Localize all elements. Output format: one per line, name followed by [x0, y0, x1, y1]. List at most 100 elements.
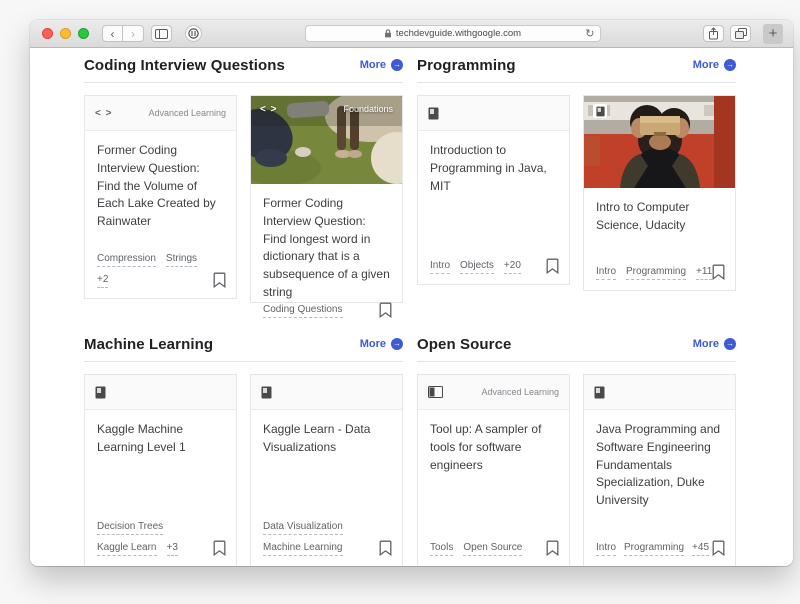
- section-divider: [417, 361, 736, 362]
- address-bar[interactable]: techdevguide.withgoogle.com ↻: [305, 25, 601, 42]
- card-badge: Advanced Learning: [148, 108, 226, 118]
- section-coding-interview-questions: Coding Interview Questions More → < > Ad…: [84, 54, 403, 303]
- bookmark-icon[interactable]: [379, 540, 392, 556]
- tag[interactable]: Open Source: [463, 542, 522, 556]
- new-tab-button[interactable]: +: [763, 24, 783, 44]
- card-kaggle-ml[interactable]: Kaggle Machine Learning Level 1 Decision…: [84, 374, 237, 566]
- card-title[interactable]: Former Coding Interview Question: Find l…: [263, 195, 390, 302]
- card-kaggle-dataviz[interactable]: Kaggle Learn - Data Visualizations Data …: [250, 374, 403, 566]
- bookmark-icon[interactable]: [213, 540, 226, 556]
- more-label: More: [360, 59, 386, 71]
- card-longest-word[interactable]: < > Foundations Former Coding Interview …: [250, 95, 403, 303]
- extension-button[interactable]: [185, 25, 202, 42]
- page-content: Coding Interview Questions More → < > Ad…: [30, 48, 793, 566]
- tag-more-count[interactable]: +45: [692, 542, 709, 556]
- card-title[interactable]: Kaggle Learn - Data Visualizations: [263, 421, 390, 457]
- section-title: Coding Interview Questions: [84, 57, 285, 74]
- browser-window: ‹ › techdevguide.withgoogle.com: [30, 20, 793, 566]
- section-divider: [84, 361, 403, 362]
- card-header: Advanced Learning: [418, 375, 569, 410]
- card-rainwater[interactable]: < > Advanced Learning Former Coding Inte…: [84, 95, 237, 299]
- tag[interactable]: Coding Questions: [263, 304, 343, 318]
- tag[interactable]: Machine Learning: [263, 542, 343, 556]
- history-nav: ‹ ›: [102, 25, 144, 42]
- section-machine-learning: Machine Learning More →: [84, 333, 403, 566]
- card-photo-green-carpet: < > Foundations: [251, 96, 402, 184]
- arrow-right-icon: →: [724, 338, 736, 350]
- card-header: [418, 96, 569, 131]
- card-photo-vr-headset: [584, 96, 735, 188]
- toolbar-center: techdevguide.withgoogle.com ↻: [209, 25, 696, 42]
- share-button[interactable]: [703, 25, 724, 42]
- more-link[interactable]: More →: [693, 59, 736, 71]
- bookmark-icon[interactable]: [213, 272, 226, 288]
- course-icon: [594, 386, 605, 399]
- card-header: [251, 375, 402, 410]
- arrow-right-icon: →: [391, 338, 403, 350]
- tag[interactable]: Data Visualization: [263, 521, 343, 535]
- extension-icon: [188, 28, 199, 39]
- tag[interactable]: Programming: [624, 542, 684, 556]
- bookmark-icon[interactable]: [712, 540, 725, 556]
- card-title[interactable]: Kaggle Machine Learning Level 1: [97, 421, 224, 457]
- more-link[interactable]: More →: [360, 338, 403, 350]
- reload-icon[interactable]: ↻: [585, 27, 594, 40]
- close-window-button[interactable]: [42, 28, 53, 39]
- code-icon: < >: [260, 104, 277, 115]
- bookmark-icon[interactable]: [379, 302, 392, 318]
- window-controls: [42, 28, 89, 39]
- card-title[interactable]: Former Coding Interview Question: Find t…: [97, 142, 224, 231]
- card-title[interactable]: Introduction to Programming in Java, MIT: [430, 142, 557, 195]
- tag[interactable]: Objects: [460, 260, 494, 274]
- card-title[interactable]: Tool up: A sampler of tools for software…: [430, 421, 557, 474]
- section-programming: Programming More →: [417, 54, 736, 291]
- bookmark-icon[interactable]: [712, 264, 725, 280]
- back-button[interactable]: ‹: [102, 25, 123, 42]
- tag[interactable]: Tools: [430, 542, 453, 556]
- bookmark-icon[interactable]: [546, 540, 559, 556]
- card-udacity-cs[interactable]: Intro to Computer Science, Udacity Intro…: [583, 95, 736, 291]
- more-label: More: [693, 59, 719, 71]
- card-header: < > Advanced Learning: [85, 96, 236, 131]
- course-icon: [428, 107, 439, 120]
- tag-more-count[interactable]: +20: [504, 260, 521, 274]
- tag[interactable]: Kaggle Learn: [97, 542, 157, 556]
- tag[interactable]: Decision Trees: [97, 521, 163, 535]
- tag[interactable]: Intro: [596, 266, 616, 280]
- card-duke-java[interactable]: Java Programming and Software Engineerin…: [583, 374, 736, 566]
- card-title[interactable]: Intro to Computer Science, Udacity: [596, 199, 723, 235]
- card-badge: Foundations: [343, 104, 393, 114]
- section-open-source: Open Source More →: [417, 333, 736, 566]
- tag-more-count[interactable]: +2: [97, 274, 108, 288]
- tag[interactable]: Compression: [97, 253, 156, 267]
- minimize-window-button[interactable]: [60, 28, 71, 39]
- tag[interactable]: Intro: [430, 260, 450, 274]
- sidebar-icon: [155, 29, 168, 39]
- tab-overview-button[interactable]: [730, 25, 751, 42]
- card-java-mit[interactable]: Introduction to Programming in Java, MIT…: [417, 95, 570, 285]
- share-icon: [708, 27, 719, 40]
- card-title[interactable]: Java Programming and Software Engineerin…: [596, 421, 723, 510]
- zoom-window-button[interactable]: [78, 28, 89, 39]
- card-tool-up[interactable]: Advanced Learning Tool up: A sampler of …: [417, 374, 570, 566]
- tag[interactable]: Strings: [166, 253, 197, 267]
- sidebar-toggle-button[interactable]: [151, 25, 172, 42]
- forward-button[interactable]: ›: [123, 25, 144, 42]
- tag[interactable]: Intro: [596, 542, 616, 556]
- bookmark-icon[interactable]: [546, 258, 559, 274]
- card-header: [584, 375, 735, 410]
- section-divider: [84, 82, 403, 83]
- more-link[interactable]: More →: [360, 59, 403, 71]
- more-link[interactable]: More →: [693, 338, 736, 350]
- more-label: More: [693, 338, 719, 350]
- section-title: Open Source: [417, 336, 511, 353]
- tag-more-count[interactable]: +11: [696, 266, 712, 280]
- card-header: [85, 375, 236, 410]
- url-text: techdevguide.withgoogle.com: [396, 28, 521, 39]
- tag[interactable]: Programming: [626, 266, 686, 280]
- toolbar-right: +: [703, 24, 783, 44]
- arrow-right-icon: →: [724, 59, 736, 71]
- arrow-right-icon: →: [391, 59, 403, 71]
- browser-toolbar: ‹ › techdevguide.withgoogle.com: [30, 20, 793, 48]
- tag-more-count[interactable]: +3: [167, 542, 178, 556]
